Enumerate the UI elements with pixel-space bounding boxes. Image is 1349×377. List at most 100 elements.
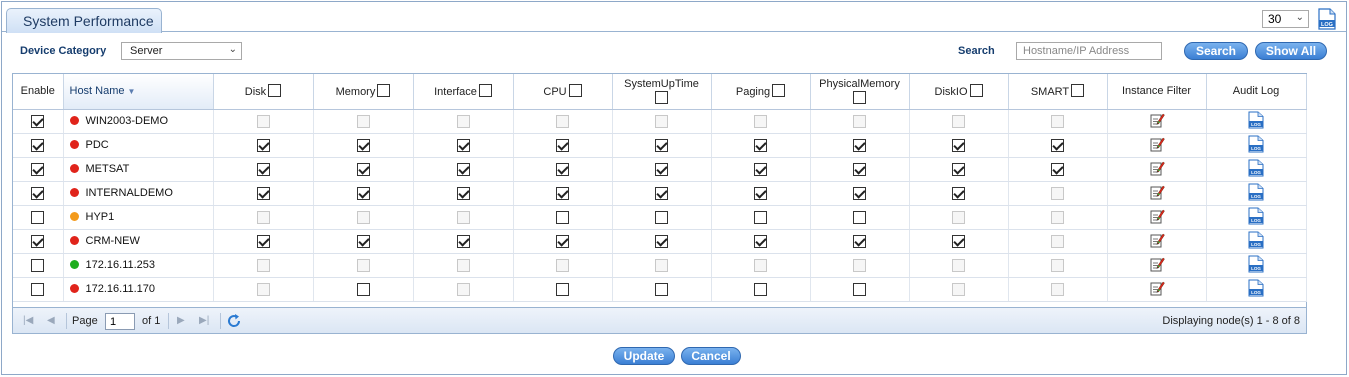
physicalmemory-checkbox[interactable] bbox=[853, 186, 866, 200]
prev-page-icon[interactable]: ◀ bbox=[47, 315, 55, 326]
device-category-select[interactable]: Server ⌄ bbox=[121, 42, 242, 60]
systemuptime-checkbox[interactable] bbox=[655, 234, 668, 248]
interface-checkbox[interactable] bbox=[456, 186, 470, 200]
smart-checkbox[interactable] bbox=[1051, 138, 1064, 152]
physicalmemory-checkbox[interactable] bbox=[853, 210, 866, 224]
cancel-button[interactable]: Cancel bbox=[681, 347, 741, 365]
paging-checkbox[interactable] bbox=[754, 234, 767, 248]
tab-system-performance[interactable]: System Performance bbox=[6, 8, 162, 33]
edit-icon[interactable] bbox=[1149, 112, 1165, 131]
host-name[interactable]: PDC bbox=[86, 139, 109, 151]
diskio-checkbox[interactable] bbox=[952, 186, 965, 200]
log-icon[interactable]: LOG bbox=[1248, 135, 1264, 156]
host-name[interactable]: INTERNALDEMO bbox=[86, 187, 173, 199]
select-all-memory-checkbox[interactable] bbox=[377, 84, 391, 98]
select-all-paging-checkbox[interactable] bbox=[772, 84, 786, 98]
cpu-checkbox[interactable] bbox=[556, 282, 569, 296]
page-number-input[interactable] bbox=[105, 313, 135, 330]
interface-checkbox[interactable] bbox=[456, 234, 470, 248]
memory-checkbox[interactable] bbox=[356, 282, 370, 296]
enable-checkbox[interactable] bbox=[31, 282, 45, 296]
memory-checkbox[interactable] bbox=[356, 234, 370, 248]
enable-checkbox[interactable] bbox=[31, 258, 45, 272]
paging-checkbox[interactable] bbox=[754, 186, 767, 200]
cpu-checkbox[interactable] bbox=[556, 138, 569, 152]
edit-icon[interactable] bbox=[1149, 160, 1165, 179]
host-name[interactable]: WIN2003-DEMO bbox=[86, 115, 169, 127]
interface-checkbox[interactable] bbox=[456, 138, 470, 152]
disk-checkbox[interactable] bbox=[256, 186, 270, 200]
select-all-physicalmemory-checkbox[interactable] bbox=[853, 91, 866, 105]
cpu-checkbox[interactable] bbox=[556, 162, 569, 176]
host-name[interactable]: 172.16.11.170 bbox=[86, 283, 156, 295]
disk-checkbox[interactable] bbox=[256, 138, 270, 152]
cpu-checkbox[interactable] bbox=[556, 186, 569, 200]
cpu-checkbox[interactable] bbox=[556, 210, 569, 224]
enable-checkbox[interactable] bbox=[31, 210, 45, 224]
memory-checkbox[interactable] bbox=[356, 186, 370, 200]
edit-icon[interactable] bbox=[1149, 136, 1165, 155]
smart-checkbox[interactable] bbox=[1051, 162, 1064, 176]
log-icon[interactable]: LOG bbox=[1248, 207, 1264, 228]
select-all-disk-checkbox[interactable] bbox=[268, 84, 282, 98]
log-icon[interactable]: LOG bbox=[1248, 231, 1264, 252]
last-page-icon[interactable]: ▶| bbox=[199, 315, 209, 326]
search-button[interactable]: Search bbox=[1184, 42, 1248, 60]
systemuptime-checkbox[interactable] bbox=[655, 186, 668, 200]
first-page-icon[interactable]: |◀ bbox=[23, 315, 33, 326]
host-name[interactable]: CRM-NEW bbox=[86, 235, 140, 247]
paging-checkbox[interactable] bbox=[754, 210, 767, 224]
col-enable[interactable]: Enable bbox=[13, 74, 64, 110]
physicalmemory-checkbox[interactable] bbox=[853, 234, 866, 248]
diskio-checkbox[interactable] bbox=[952, 162, 965, 176]
edit-icon[interactable] bbox=[1149, 280, 1165, 299]
paging-checkbox[interactable] bbox=[754, 282, 767, 296]
physicalmemory-checkbox[interactable] bbox=[853, 138, 866, 152]
enable-checkbox[interactable] bbox=[31, 114, 45, 128]
host-name[interactable]: 172.16.11.253 bbox=[86, 259, 156, 271]
edit-icon[interactable] bbox=[1149, 232, 1165, 251]
systemuptime-checkbox[interactable] bbox=[655, 138, 668, 152]
disk-checkbox[interactable] bbox=[256, 162, 270, 176]
enable-checkbox[interactable] bbox=[31, 138, 45, 152]
interface-checkbox[interactable] bbox=[456, 162, 470, 176]
systemuptime-checkbox[interactable] bbox=[655, 282, 668, 296]
log-icon[interactable]: LOG bbox=[1248, 255, 1264, 276]
log-icon[interactable]: LOG bbox=[1248, 279, 1264, 300]
select-all-cpu-checkbox[interactable] bbox=[568, 84, 582, 98]
edit-icon[interactable] bbox=[1149, 184, 1165, 203]
cpu-checkbox[interactable] bbox=[556, 234, 569, 248]
update-button[interactable]: Update bbox=[613, 347, 675, 365]
edit-icon[interactable] bbox=[1149, 208, 1165, 227]
refresh-icon[interactable] bbox=[226, 313, 242, 332]
disk-checkbox[interactable] bbox=[256, 234, 270, 248]
physicalmemory-checkbox[interactable] bbox=[853, 162, 866, 176]
log-icon[interactable]: LOG bbox=[1317, 8, 1337, 30]
paging-checkbox[interactable] bbox=[754, 138, 767, 152]
col-host-name[interactable]: Host Name ▼ bbox=[63, 74, 214, 110]
diskio-checkbox[interactable] bbox=[952, 234, 965, 248]
enable-checkbox[interactable] bbox=[31, 162, 45, 176]
search-input[interactable] bbox=[1016, 42, 1162, 60]
paging-checkbox[interactable] bbox=[754, 162, 767, 176]
select-all-systemuptime-checkbox[interactable] bbox=[655, 91, 668, 105]
memory-checkbox[interactable] bbox=[356, 162, 370, 176]
physicalmemory-checkbox[interactable] bbox=[853, 282, 866, 296]
systemuptime-checkbox[interactable] bbox=[655, 162, 668, 176]
diskio-checkbox[interactable] bbox=[952, 138, 965, 152]
log-icon[interactable]: LOG bbox=[1248, 183, 1264, 204]
edit-icon[interactable] bbox=[1149, 256, 1165, 275]
host-name[interactable]: METSAT bbox=[86, 163, 130, 175]
log-icon[interactable]: LOG bbox=[1248, 159, 1264, 180]
log-icon[interactable]: LOG bbox=[1248, 111, 1264, 132]
systemuptime-checkbox[interactable] bbox=[655, 210, 668, 224]
enable-checkbox[interactable] bbox=[31, 234, 45, 248]
select-all-interface-checkbox[interactable] bbox=[478, 84, 492, 98]
show-all-button[interactable]: Show All bbox=[1255, 42, 1327, 60]
select-all-smart-checkbox[interactable] bbox=[1071, 84, 1085, 98]
next-page-icon[interactable]: ▶ bbox=[177, 315, 185, 326]
per-page-select[interactable]: 30 ⌄ bbox=[1262, 10, 1309, 28]
select-all-diskio-checkbox[interactable] bbox=[969, 84, 983, 98]
memory-checkbox[interactable] bbox=[356, 138, 370, 152]
host-name[interactable]: HYP1 bbox=[86, 211, 115, 223]
